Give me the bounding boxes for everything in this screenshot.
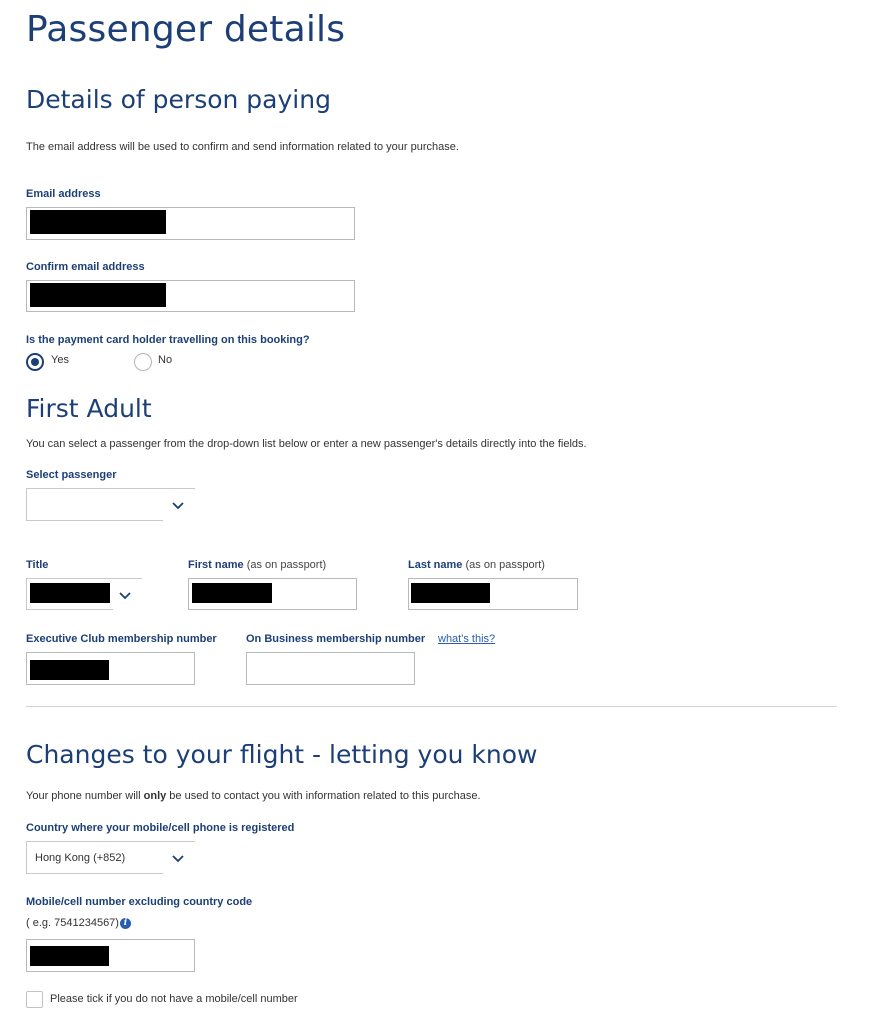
country-value: Hong Kong (+852): [35, 852, 126, 864]
whats-this-link[interactable]: what's this?: [438, 633, 495, 645]
dropdown-underline: [113, 578, 142, 579]
last-name-label-text: Last name: [408, 559, 463, 571]
chevron-down-icon[interactable]: [117, 587, 133, 603]
page-title: Passenger details: [26, 9, 346, 50]
cardholder-no-radio[interactable]: [134, 353, 152, 371]
first-adult-heading: First Adult: [26, 394, 152, 423]
first-name-label-text: First name: [188, 559, 244, 571]
on-business-label: On Business membership number: [246, 633, 426, 645]
mobile-hint: ( e.g. 7541234567): [26, 917, 119, 929]
chevron-down-icon[interactable]: [170, 497, 186, 513]
section-divider: [26, 706, 837, 707]
first-name-field[interactable]: [188, 578, 357, 610]
country-dropdown[interactable]: Hong Kong (+852): [26, 841, 163, 874]
changes-intro-emphasis: only: [143, 790, 167, 802]
email-field[interactable]: [26, 207, 355, 240]
redacted-value: [30, 946, 109, 966]
redacted-value: [30, 210, 166, 234]
confirm-email-label: Confirm email address: [26, 261, 145, 273]
cardholder-yes-radio[interactable]: [26, 353, 44, 371]
select-passenger-label: Select passenger: [26, 469, 117, 481]
redacted-value: [30, 660, 109, 680]
on-business-field[interactable]: [246, 652, 415, 685]
no-mobile-checkbox-label[interactable]: Please tick if you do not have a mobile/…: [50, 993, 298, 1005]
first-name-note: (as on passport): [246, 559, 327, 571]
redacted-value: [411, 583, 490, 603]
exec-club-field[interactable]: [26, 652, 195, 685]
cardholder-yes-label[interactable]: Yes: [51, 354, 69, 366]
mobile-field[interactable]: [26, 939, 195, 972]
title-label: Title: [26, 559, 49, 571]
mobile-label: Mobile/cell number excluding country cod…: [26, 896, 253, 908]
cardholder-no-label[interactable]: No: [158, 354, 172, 366]
confirm-email-field[interactable]: [26, 280, 355, 312]
changes-intro-end: be used to contact you with information …: [166, 790, 481, 802]
last-name-note: (as on passport): [465, 559, 545, 571]
exec-club-label: Executive Club membership number: [26, 633, 217, 645]
redacted-value: [30, 283, 166, 307]
changes-intro-start: Your phone number will: [26, 790, 144, 802]
no-mobile-checkbox[interactable]: [26, 991, 43, 1008]
changes-intro: Your phone number will only be used to c…: [26, 790, 481, 802]
title-dropdown[interactable]: [26, 578, 113, 610]
last-name-field[interactable]: [408, 578, 578, 610]
cardholder-question: Is the payment card holder travelling on…: [26, 334, 310, 346]
select-passenger-dropdown[interactable]: [26, 488, 163, 521]
first-name-label: First name (as on passport): [188, 559, 326, 571]
changes-heading: Changes to your flight - letting you kno…: [26, 740, 538, 769]
payer-heading: Details of person paying: [26, 85, 331, 114]
payer-intro: The email address will be used to confir…: [26, 141, 459, 153]
redacted-value: [192, 583, 272, 603]
email-label: Email address: [26, 188, 101, 200]
first-adult-intro: You can select a passenger from the drop…: [26, 438, 587, 450]
redacted-value: [30, 583, 110, 603]
dropdown-underline: [163, 488, 195, 489]
last-name-label: Last name (as on passport): [408, 559, 545, 571]
chevron-down-icon[interactable]: [170, 850, 186, 866]
dropdown-underline: [163, 841, 195, 842]
info-icon[interactable]: i: [120, 918, 131, 929]
country-label: Country where your mobile/cell phone is …: [26, 822, 295, 834]
